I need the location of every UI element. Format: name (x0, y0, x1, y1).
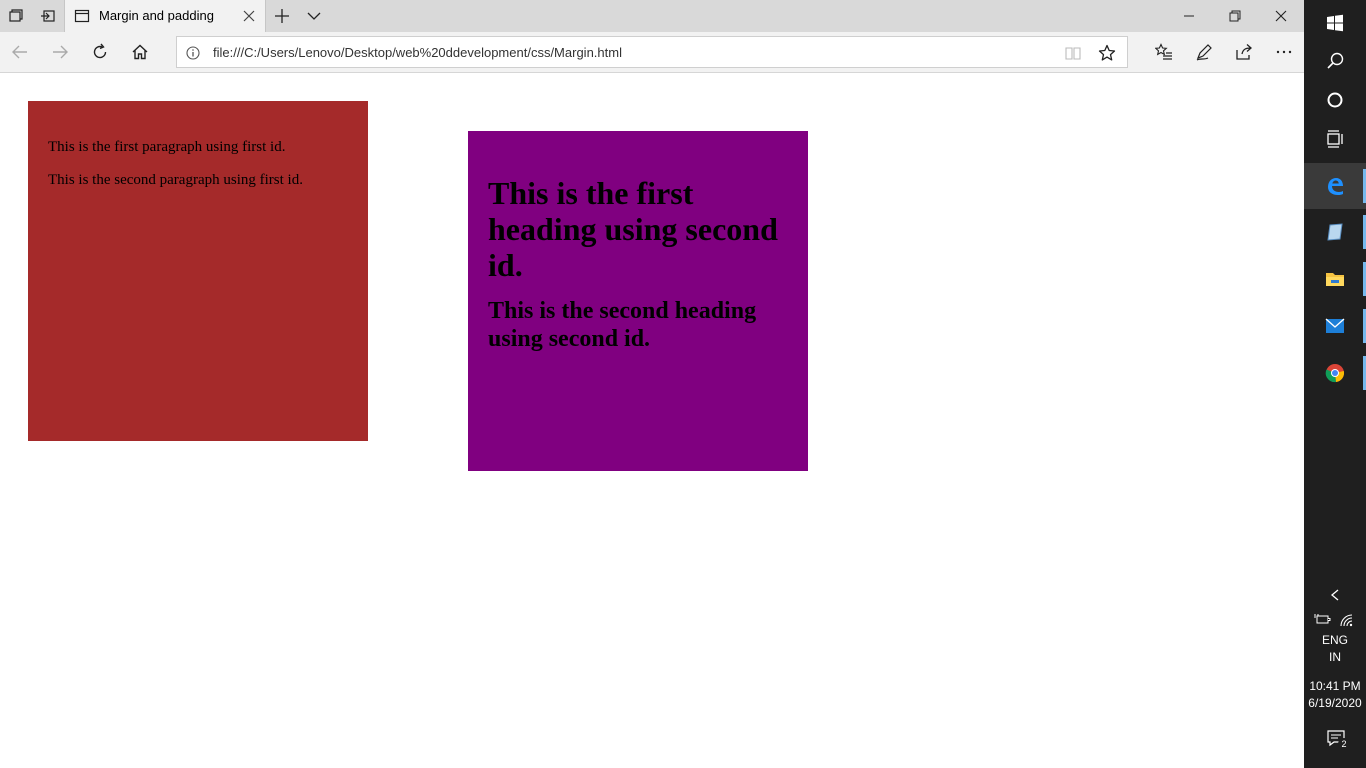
back-button[interactable] (0, 32, 40, 72)
tab-manager-button[interactable] (0, 0, 32, 32)
mail-button[interactable] (1304, 303, 1366, 349)
refresh-icon (93, 43, 107, 59)
first-heading: This is the first heading using second i… (488, 175, 778, 283)
page-icon (74, 9, 90, 23)
battery-plug-icon (1314, 614, 1331, 624)
taskbar: ENG IN 10:41 PM 6/19/2020 2 (1304, 0, 1366, 768)
windows-start-icon (1327, 14, 1343, 32)
reading-view-icon[interactable] (1065, 45, 1081, 61)
tab-strip: Margin and padding (0, 0, 1304, 32)
set-tabs-aside-button[interactable] (32, 0, 64, 32)
favorite-star-icon[interactable] (1098, 44, 1116, 62)
edge-icon (1328, 178, 1343, 195)
browser-window: Margin and padding file:///C:/Users/Leno… (0, 0, 1304, 768)
arrow-right-icon (53, 45, 68, 59)
page-content: This is the first paragraph using first … (0, 73, 1304, 768)
task-view-button[interactable] (1304, 116, 1366, 162)
refresh-button[interactable] (80, 32, 120, 72)
language-region: IN (1329, 650, 1341, 664)
notification-count-badge: 2 (1338, 738, 1350, 750)
tab-title: Margin and padding (99, 8, 214, 23)
tab-active[interactable]: Margin and padding (64, 0, 266, 32)
action-center-button[interactable]: 2 (1326, 728, 1350, 750)
app-icon (1327, 223, 1343, 241)
language-indicator[interactable]: ENG IN (1304, 632, 1366, 666)
edge-taskbar-button[interactable] (1304, 163, 1366, 209)
network-button[interactable] (1338, 612, 1356, 628)
plus-icon (275, 9, 289, 23)
clock-date: 6/19/2020 (1308, 696, 1362, 710)
mail-icon (1325, 318, 1345, 333)
tab-preview-button[interactable] (298, 0, 330, 32)
forward-button[interactable] (40, 32, 80, 72)
info-icon[interactable] (186, 46, 200, 60)
chevron-down-icon (307, 12, 321, 20)
chevron-left-icon (1330, 589, 1339, 601)
tab-manager-icon (9, 9, 23, 22)
favorites-button[interactable] (1144, 32, 1184, 72)
chrome-icon (1325, 364, 1345, 383)
navigation-bar: file:///C:/Users/Lenovo/Desktop/web%20dd… (0, 32, 1304, 73)
web-note-button[interactable] (1184, 32, 1224, 72)
first-id-box: This is the first paragraph using first … (28, 101, 368, 441)
favorites-list-icon (1155, 43, 1172, 60)
task-view-icon (1327, 130, 1343, 148)
chrome-button[interactable] (1304, 350, 1366, 396)
set-tabs-aside-icon (41, 10, 55, 22)
restore-button[interactable] (1212, 0, 1258, 32)
pinned-app-button[interactable] (1304, 209, 1366, 255)
home-icon (132, 44, 148, 60)
more-button[interactable] (1264, 32, 1304, 72)
restore-icon (1229, 10, 1241, 22)
minimize-icon (1184, 15, 1194, 17)
second-paragraph: This is the second paragraph using first… (48, 172, 303, 188)
second-id-box: This is the first heading using second i… (468, 131, 808, 471)
first-paragraph: This is the first paragraph using first … (48, 139, 286, 155)
minimize-button[interactable] (1166, 0, 1212, 32)
file-explorer-icon (1326, 273, 1344, 286)
pen-icon (1196, 44, 1212, 61)
wifi-icon (1340, 614, 1353, 627)
address-bar[interactable]: file:///C:/Users/Lenovo/Desktop/web%20dd… (176, 36, 1128, 68)
share-button[interactable] (1224, 32, 1264, 72)
language-code: ENG (1321, 633, 1348, 647)
second-heading: This is the second heading using second … (488, 298, 757, 352)
search-icon (1327, 52, 1344, 69)
close-window-button[interactable] (1258, 0, 1304, 32)
clock[interactable]: 10:41 PM 6/19/2020 (1304, 678, 1366, 712)
battery-button[interactable] (1314, 612, 1332, 628)
arrow-left-icon (12, 45, 27, 59)
new-tab-button[interactable] (266, 0, 298, 32)
share-icon (1236, 44, 1252, 60)
home-button[interactable] (120, 32, 160, 72)
cortana-icon (1327, 92, 1343, 108)
more-dots-icon (1276, 50, 1292, 54)
url-text[interactable]: file:///C:/Users/Lenovo/Desktop/web%20dd… (213, 45, 622, 60)
close-icon (1275, 10, 1287, 22)
clock-time: 10:41 PM (1309, 679, 1361, 693)
file-explorer-button[interactable] (1304, 256, 1366, 302)
close-tab-icon[interactable] (241, 8, 257, 24)
